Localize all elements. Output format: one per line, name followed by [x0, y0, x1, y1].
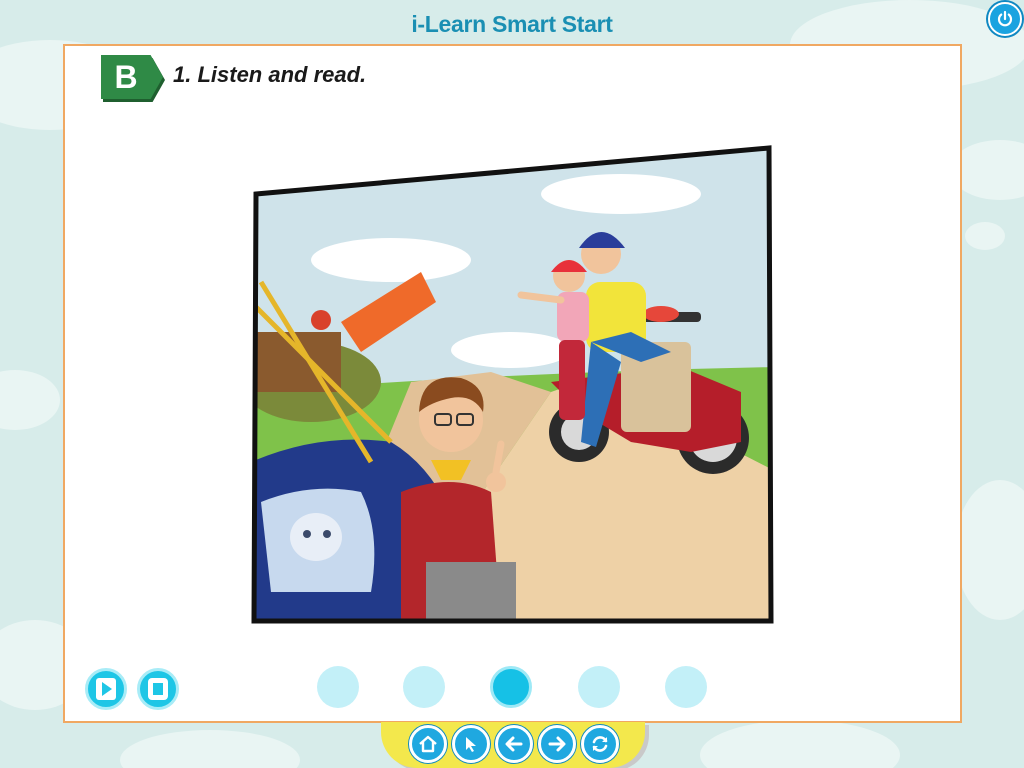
section-letter: B: [114, 59, 138, 95]
section-badge: B: [101, 55, 165, 102]
page-dot-5[interactable]: [665, 666, 707, 708]
select-arrow-icon: [466, 737, 476, 752]
power-icon: [997, 10, 1013, 27]
stop-icon: [148, 678, 168, 700]
page-dot-4[interactable]: [578, 666, 620, 708]
back-button[interactable]: [495, 725, 533, 763]
page-dot-1[interactable]: [317, 666, 359, 708]
background-cloud: [0, 370, 60, 430]
home-button[interactable]: [409, 725, 447, 763]
power-button[interactable]: [988, 2, 1022, 36]
bottom-nav-bar: [381, 722, 645, 768]
back-arrow-icon: [505, 736, 523, 752]
lesson-panel: B 1. Listen and read.: [63, 44, 962, 723]
stop-button[interactable]: [137, 668, 179, 710]
family-road-trip-illustration: [251, 142, 777, 626]
instruction-text: 1. Listen and read.: [173, 62, 367, 87]
play-icon: [96, 678, 116, 700]
page-dot-3-current[interactable]: [490, 666, 532, 708]
refresh-icon: [592, 736, 608, 752]
refresh-button[interactable]: [581, 725, 619, 763]
background-cloud: [955, 480, 1024, 620]
background-cloud: [965, 222, 1005, 250]
background-cloud: [700, 720, 900, 768]
play-button[interactable]: [85, 668, 127, 710]
forward-arrow-icon: [548, 736, 566, 752]
home-icon: [419, 735, 437, 753]
background-cloud: [120, 730, 300, 768]
app-title: i-Learn Smart Start: [411, 11, 613, 37]
page-dot-2[interactable]: [403, 666, 445, 708]
select-button[interactable]: [452, 725, 490, 763]
forward-button[interactable]: [538, 725, 576, 763]
